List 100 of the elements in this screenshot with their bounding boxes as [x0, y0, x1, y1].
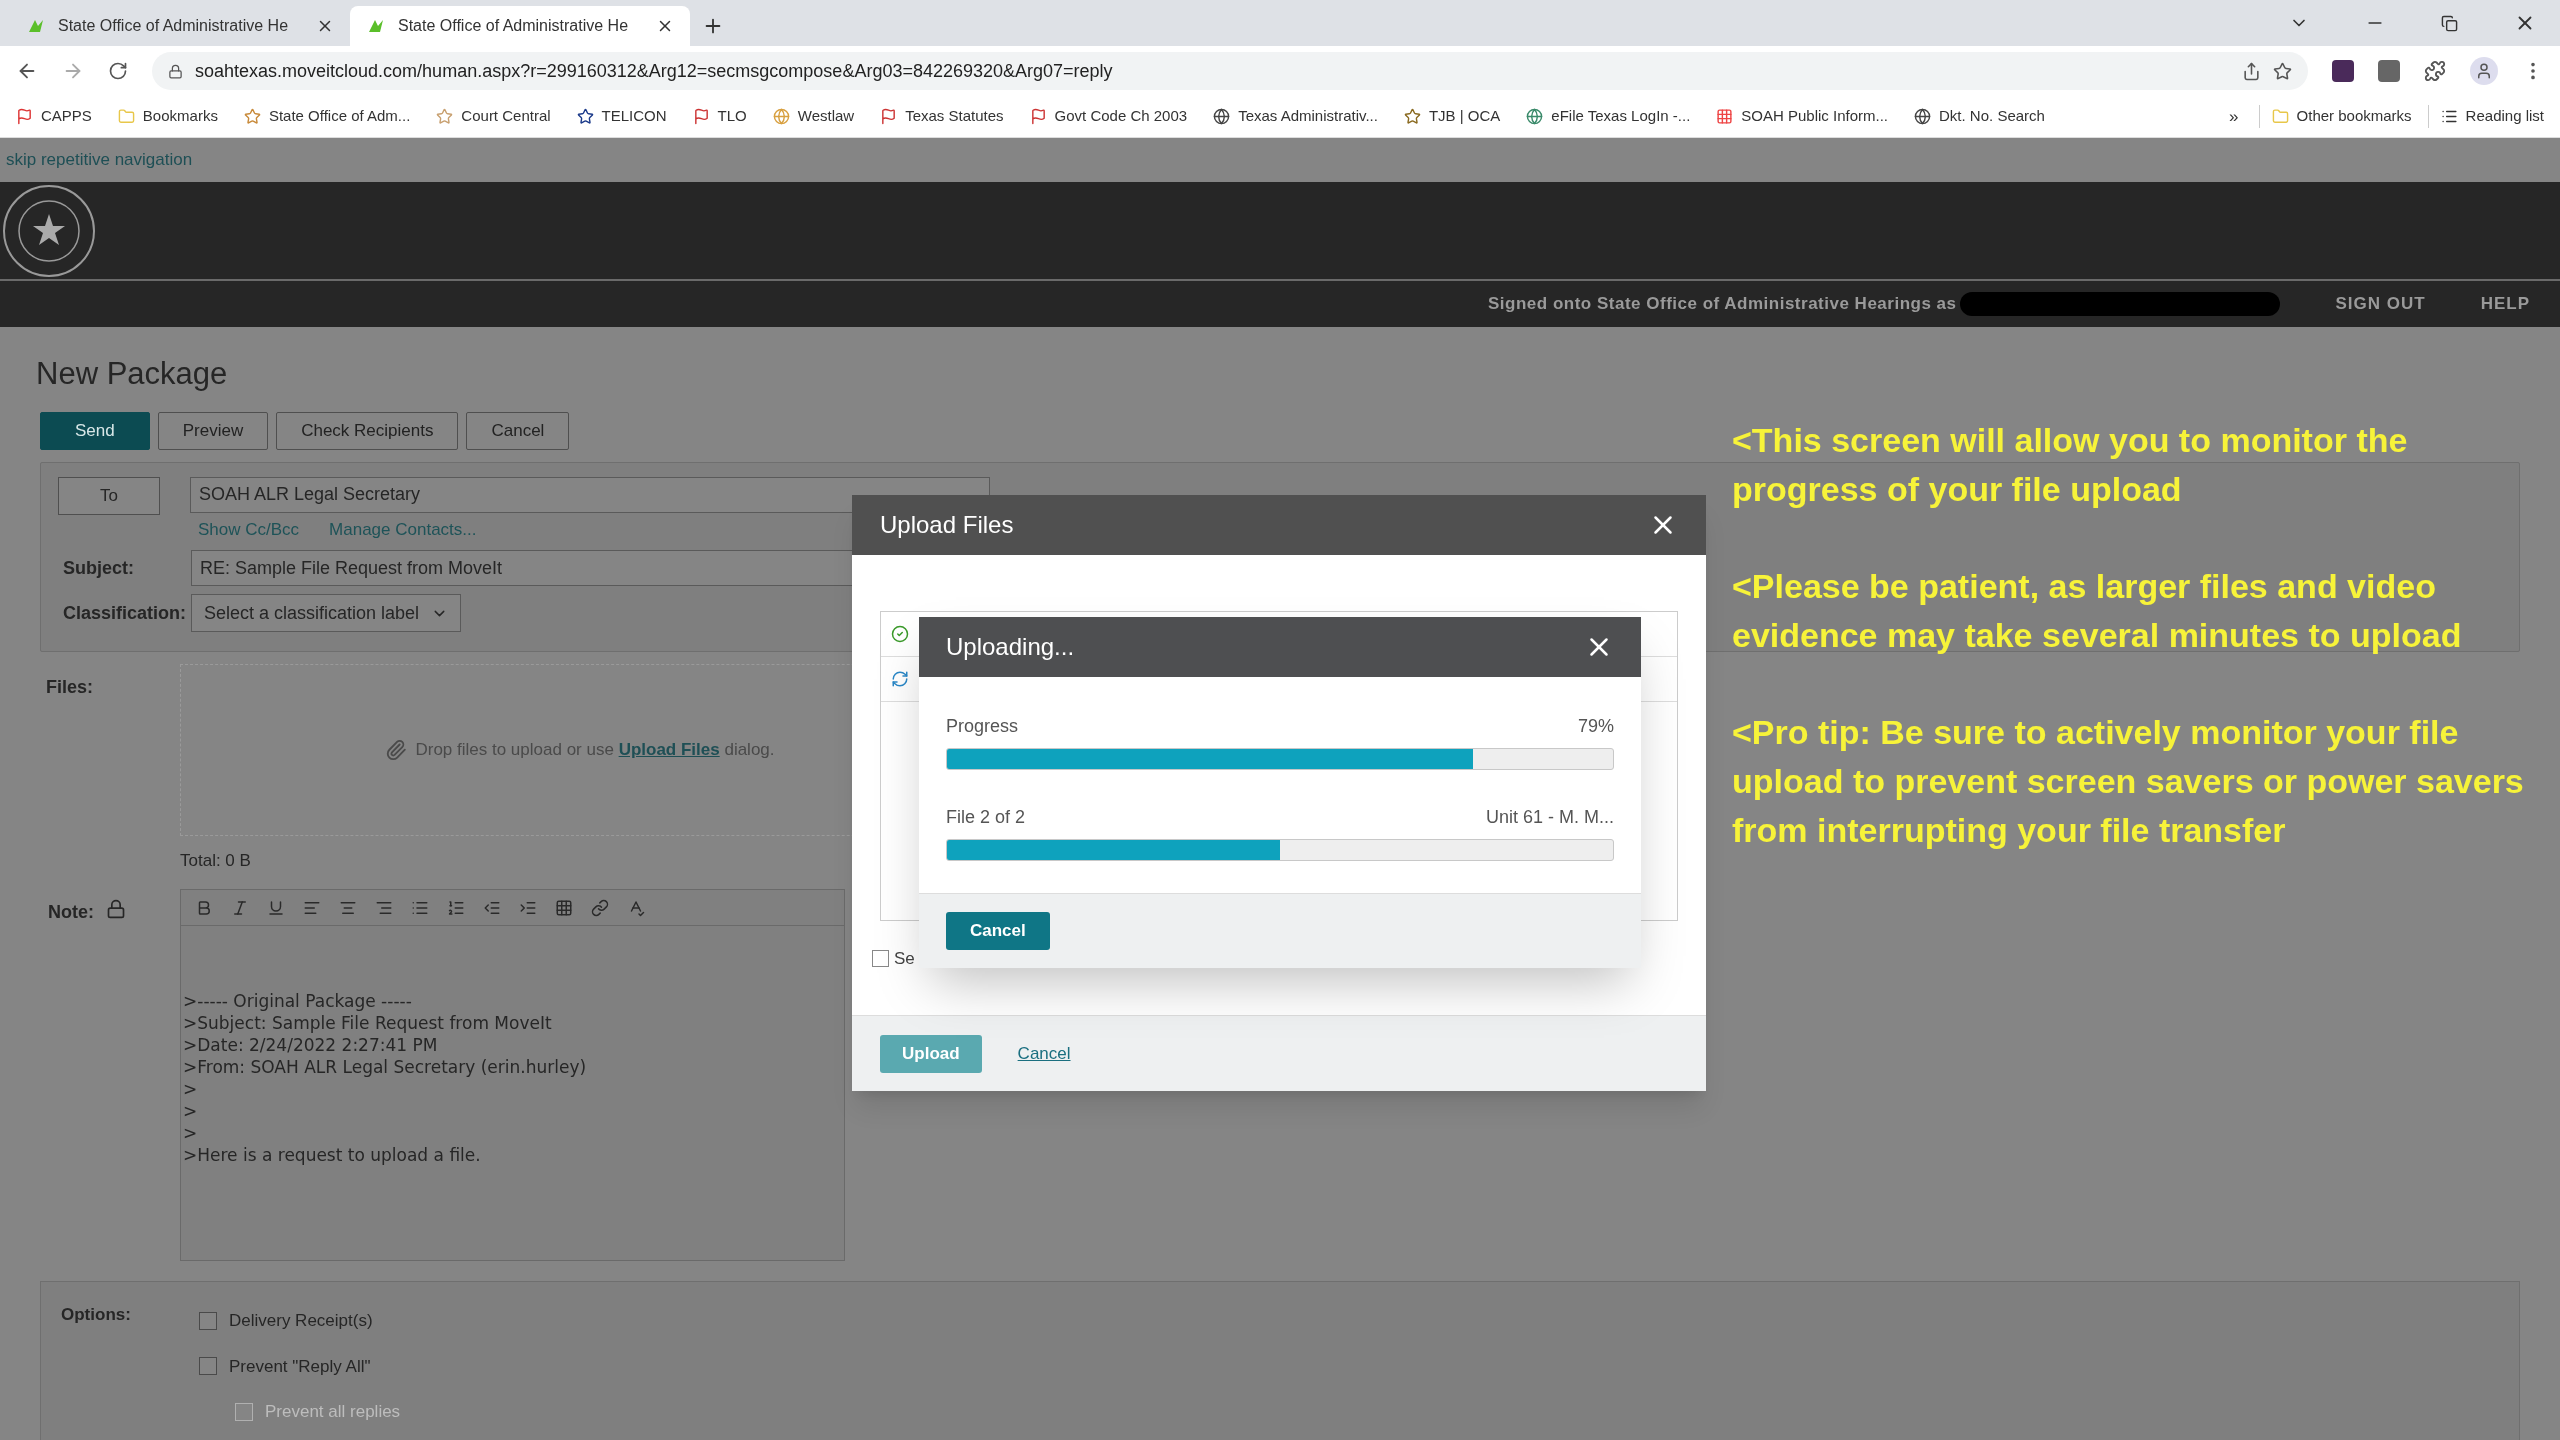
share-icon[interactable]	[2242, 61, 2261, 81]
note-line: >	[183, 1100, 198, 1122]
tab-title: State Office of Administrative He	[398, 16, 629, 36]
drop-instructions: Drop files to upload or use Upload Files dialog.	[415, 738, 775, 761]
bookmark-item[interactable]: CAPPS	[16, 105, 92, 128]
bookmark-star-icon[interactable]	[2273, 61, 2292, 81]
note-editor[interactable]: >----- Original Package ----- >Subject: Sample File Request from MoveIt >Date: 2/24/2022 2:27:41 PM >From: SOAH ALR Legal Secretary (erin.hurley) > > > >Here is a request to upload a file.	[180, 889, 845, 1261]
action-button[interactable]: Check Recipients	[276, 411, 459, 450]
format-icon[interactable]	[447, 898, 465, 917]
address-bar[interactable]: soahtexas.moveitcloud.com/human.aspx?r=299160312&Arg12=secmsgcompose&Arg03=842269320&Arg07=reply	[152, 52, 2308, 90]
note-line: >Subject: Sample File Request from MoveIt	[183, 1012, 552, 1034]
note-line: >	[183, 1078, 198, 1100]
annotation-text: <Please be patient, as larger files and video evidence may take several minutes to upload	[1732, 566, 2463, 656]
progress-percent: 79%	[1577, 715, 1614, 738]
note-line: >----- Original Package -----	[183, 990, 412, 1012]
bookmark-icon	[1029, 108, 1047, 125]
files-label: Files:	[46, 675, 94, 699]
dialog-title: Uploading...	[946, 632, 1075, 662]
option-label: Delivery Receipt(s)	[229, 1310, 373, 1332]
extension-icon[interactable]	[2332, 60, 2354, 82]
bookmark-item[interactable]: Texas Statutes	[880, 105, 1004, 128]
bookmark-icon	[16, 108, 33, 125]
note-line: >	[183, 1122, 198, 1144]
note-line: >Date: 2/24/2022 2:27:41 PM	[183, 1034, 438, 1056]
bookmark-item[interactable]: TLO	[692, 105, 747, 128]
checkbox-label: Se	[894, 948, 915, 970]
check-icon	[891, 625, 909, 643]
profile-icon[interactable]	[2470, 57, 2498, 85]
bookmark-item[interactable]: Court Central	[436, 105, 551, 128]
field-label: Subject:	[62, 556, 135, 580]
reading-list[interactable]: Reading list	[2427, 105, 2544, 128]
restore-icon[interactable]	[2441, 14, 2458, 32]
checkbox[interactable]	[872, 950, 889, 968]
tab-title: State Office of Administrative He	[58, 16, 289, 36]
bookmark-icon	[117, 108, 135, 125]
extension-icon[interactable]	[2378, 60, 2400, 82]
bookmark-item[interactable]: SOAH Public Inform...	[1716, 105, 1889, 128]
file-name: Unit 61 - M. M...	[1485, 806, 1614, 829]
total-size: Total: 0 B	[180, 849, 252, 872]
to-field[interactable]: SOAH ALR Legal Secretary	[190, 476, 990, 513]
bookmark-icon	[1403, 108, 1421, 125]
note-line: >Here is a request to upload a file.	[183, 1144, 481, 1166]
action-button[interactable]: Cancel	[466, 411, 570, 450]
action-button[interactable]: Send	[40, 411, 150, 450]
list-icon	[2440, 108, 2458, 125]
format-icon[interactable]	[231, 898, 249, 917]
nav-link[interactable]: HELP	[2480, 291, 2530, 317]
annotation-text: <This screen will allow you to monitor the progress of your file upload	[1732, 420, 2409, 510]
signed-in-text: Signed onto State Office of Administrative Hearings as	[1488, 293, 1957, 316]
refresh-icon	[891, 670, 909, 688]
cancel-button[interactable]: Cancel	[946, 912, 1050, 950]
format-icon[interactable]	[267, 898, 285, 917]
bookmark-item[interactable]: Westlaw	[772, 105, 855, 128]
option-checkbox[interactable]	[199, 1311, 217, 1330]
note-line: >From: SOAH ALR Legal Secretary (erin.hurley)	[183, 1056, 587, 1078]
format-icon[interactable]	[591, 898, 609, 917]
page-title: New Package	[36, 355, 229, 393]
bookmark-item[interactable]: Govt Code Ch 2003	[1029, 105, 1188, 128]
attachment-icon	[385, 738, 408, 761]
bookmark-icon	[1526, 108, 1544, 125]
format-icon[interactable]	[555, 898, 573, 917]
bookmark-icon	[1213, 108, 1231, 125]
lock-icon	[106, 899, 126, 919]
classification-select[interactable]: Select a classification label	[191, 594, 462, 632]
lock-icon	[168, 63, 183, 79]
annotation-text: <Pro tip: Be sure to actively monitor your file upload to prevent screen savers or power savers from interrupting your file transfer	[1732, 712, 2525, 851]
url-text: soahtexas.moveitcloud.com/human.aspx?r=299160312&Arg12=secmsgcompose&Arg03=842269320&Arg07=reply	[195, 59, 1113, 83]
to-button[interactable]: To	[58, 476, 160, 515]
bookmark-item[interactable]: State Office of Adm...	[243, 105, 411, 128]
bookmark-item[interactable]: eFile Texas LogIn -...	[1526, 105, 1691, 128]
bookmark-icon	[772, 108, 790, 125]
bookmark-item[interactable]: TJB | OCA	[1403, 105, 1501, 128]
bookmark-icon	[436, 108, 454, 125]
bookmark-icon	[692, 108, 710, 125]
bookmark-icon	[880, 108, 898, 125]
bookmark-item[interactable]: Bookmarks	[117, 105, 218, 128]
field-label: Classification:	[62, 601, 188, 625]
bookmark-icon	[243, 108, 261, 125]
other-bookmarks[interactable]: Other bookmarks	[2258, 105, 2412, 128]
bookmark-icon	[576, 108, 594, 125]
bookmark-icon	[1716, 108, 1734, 125]
bookmark-item[interactable]: Texas Administrativ...	[1213, 105, 1378, 128]
browser-tab[interactable]: State Office of Administrative He	[350, 6, 690, 46]
browser-tab[interactable]: State Office of Administrative He	[10, 6, 350, 46]
cancel-link[interactable]: Cancel	[1017, 1040, 1071, 1067]
dialog-title: Upload Files	[880, 510, 1014, 540]
extensions-icon[interactable]	[2424, 60, 2446, 82]
folder-icon	[2271, 108, 2289, 125]
bookmarks-overflow[interactable]: »	[2229, 103, 2239, 130]
option-label: Prevent "Reply All"	[229, 1355, 371, 1378]
bookmark-item[interactable]: TELICON	[576, 105, 667, 128]
action-button[interactable]: Preview	[157, 411, 269, 450]
nav-link[interactable]: SIGN OUT	[2335, 291, 2426, 317]
option-label: Prevent all replies	[265, 1401, 401, 1423]
bookmark-item[interactable]: Dkt. No. Search	[1914, 105, 2045, 128]
options-label: Options:	[61, 1304, 132, 1326]
bookmark-icon	[1914, 108, 1932, 125]
option-checkbox[interactable]	[199, 1357, 217, 1376]
reload-icon[interactable]	[108, 61, 128, 81]
note-label: Note:	[48, 901, 95, 924]
